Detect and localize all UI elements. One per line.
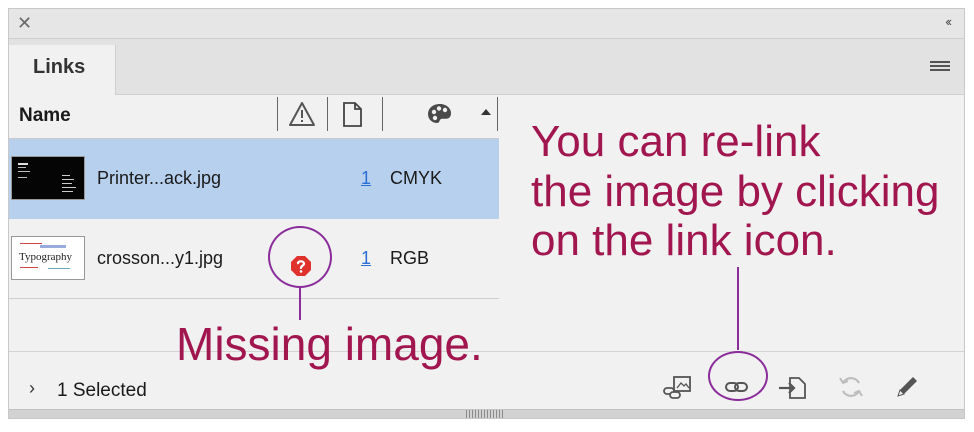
resize-bar[interactable] bbox=[9, 409, 964, 418]
relink-annotation: You can re-link the image by clicking on… bbox=[531, 117, 940, 266]
page-icon[interactable] bbox=[341, 99, 365, 129]
missing-callout-circle bbox=[268, 226, 332, 288]
relink-from-cc-icon[interactable] bbox=[662, 372, 696, 402]
column-name-header[interactable]: Name bbox=[19, 105, 71, 127]
thumbnail-text: Typography bbox=[19, 251, 72, 263]
column-divider[interactable] bbox=[382, 97, 383, 131]
page-number-link[interactable]: 1 bbox=[361, 168, 371, 189]
double-chevron-left-icon[interactable]: ‹‹ bbox=[945, 14, 952, 30]
page-number-link[interactable]: 1 bbox=[361, 248, 371, 269]
missing-callout-line bbox=[299, 287, 301, 320]
image-thumbnail: Typography bbox=[11, 236, 85, 280]
tab-links[interactable]: Links bbox=[9, 45, 116, 95]
update-link-icon[interactable] bbox=[834, 372, 868, 402]
sort-ascending-icon[interactable] bbox=[479, 107, 493, 117]
resize-grip-icon[interactable] bbox=[466, 410, 504, 418]
color-space: RGB bbox=[390, 248, 430, 268]
selection-count: 1 Selected bbox=[57, 380, 147, 401]
image-thumbnail bbox=[11, 156, 85, 200]
link-filename: Printer...ack.jpg bbox=[97, 168, 222, 188]
panel-menu-icon[interactable] bbox=[930, 61, 950, 73]
column-divider[interactable] bbox=[327, 97, 328, 131]
chevron-right-icon[interactable]: › bbox=[29, 378, 35, 399]
column-divider[interactable] bbox=[497, 97, 498, 131]
column-divider[interactable] bbox=[277, 97, 278, 131]
panel-titlebar: ✕ ‹‹ bbox=[9, 9, 964, 39]
relink-callout-line bbox=[737, 267, 739, 350]
relink-callout-circle bbox=[708, 351, 768, 401]
link-row[interactable]: Typography crosson...y1.jpg 1 RGB bbox=[9, 219, 499, 299]
link-filename: crosson...y1.jpg bbox=[97, 248, 224, 268]
column-header: Name bbox=[9, 95, 499, 139]
tab-strip: Links bbox=[9, 39, 964, 95]
go-to-link-icon[interactable] bbox=[776, 372, 810, 402]
close-icon[interactable]: ✕ bbox=[17, 13, 32, 33]
palette-icon[interactable] bbox=[425, 99, 455, 129]
link-row[interactable]: Printer...ack.jpg 1 CMYK bbox=[9, 139, 499, 219]
color-space: CMYK bbox=[390, 168, 443, 188]
edit-original-icon[interactable] bbox=[890, 372, 924, 402]
warning-icon[interactable] bbox=[288, 99, 316, 129]
missing-image-annotation: Missing image. bbox=[176, 318, 483, 370]
